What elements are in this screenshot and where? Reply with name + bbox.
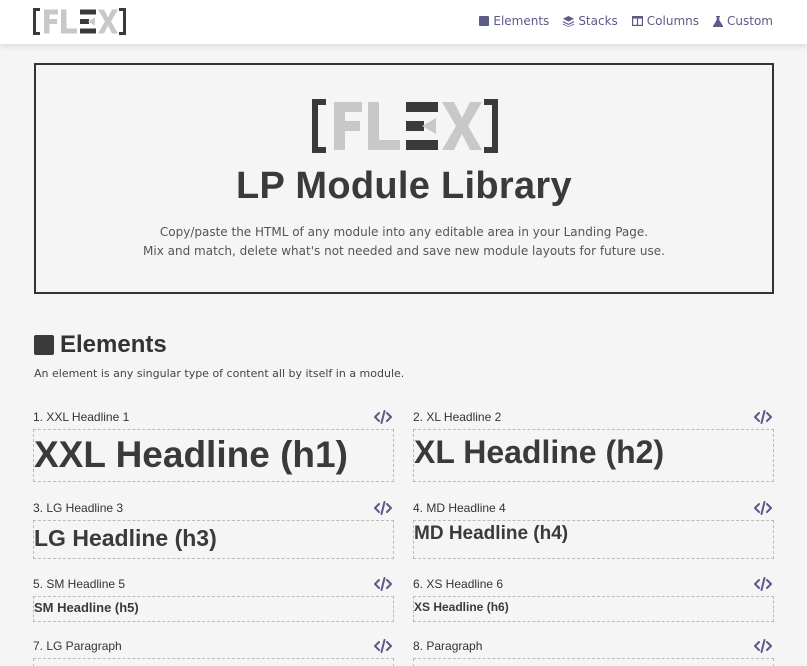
code-icon[interactable] [374,577,392,591]
module-xxl-headline: 1. XXL Headline 1 XXL Headline (h1) [33,408,394,482]
square-icon [34,335,54,355]
module-label: 6. XS Headline 6 [413,577,504,591]
module-preview: MD Headline (h4) [413,520,774,559]
paragraph-lg [34,659,393,666]
module-xs-headline: 6. XS Headline 6 XS Headline (h6) [413,575,774,622]
columns-icon [631,16,643,26]
page-subtitle: Copy/paste the HTML of any module into a… [36,223,772,261]
module-paragraph: 8. Paragraph [413,637,774,666]
module-preview: XS Headline (h6) [413,596,774,622]
headline-h2: XL Headline (h2) [414,434,665,470]
nav-item-stacks[interactable]: Stacks [563,14,618,28]
square-icon [479,16,490,26]
code-icon[interactable] [374,639,392,653]
top-nav-bar: Elements Stacks Columns Custom [0,0,807,44]
subtitle-line-2: Mix and match, delete what's not needed … [143,244,665,258]
module-label: 2. XL Headline 2 [413,410,502,424]
module-preview: LG Headline (h3) [33,520,394,559]
module-preview: SM Headline (h5) [33,596,394,622]
headline-h1: XXL Headline (h1) [34,434,348,475]
headline-h3: LG Headline (h3) [34,525,217,551]
main-nav: Elements Stacks Columns Custom [479,14,773,28]
code-icon[interactable] [754,639,772,653]
nav-item-elements[interactable]: Elements [479,14,549,28]
nav-item-custom[interactable]: Custom [713,14,773,28]
module-label: 7. LG Paragraph [33,639,122,653]
paragraph [414,659,773,666]
section-title: Elements [60,331,167,358]
module-md-headline: 4. MD Headline 4 MD Headline (h4) [413,499,774,559]
module-lg-paragraph: 7. LG Paragraph [33,637,394,666]
code-icon[interactable] [374,501,392,515]
code-icon[interactable] [754,577,772,591]
nav-label: Stacks [578,14,618,28]
flex-logo[interactable] [33,8,126,35]
nav-label: Columns [646,14,700,28]
module-label: 8. Paragraph [413,639,483,653]
module-label: 4. MD Headline 4 [413,501,506,515]
code-icon[interactable] [754,410,772,424]
page-title: LP Module Library [236,165,572,207]
headline-h5: SM Headline (h5) [34,600,139,615]
module-sm-headline: 5. SM Headline 5 SM Headline (h5) [33,575,394,622]
nav-label: Elements [493,14,550,28]
elements-section-header: Elements [34,331,167,359]
flex-logo-large [312,99,498,153]
headline-h6: XS Headline (h6) [414,600,509,614]
nav-item-columns[interactable]: Columns [631,14,700,28]
module-preview [413,658,774,666]
section-description: An element is any singular type of conte… [34,367,405,380]
code-icon[interactable] [374,410,392,424]
nav-label: Custom [727,14,773,28]
flask-icon [713,15,724,27]
module-label: 1. XXL Headline 1 [33,410,130,424]
layers-icon [563,15,575,27]
code-icon[interactable] [754,501,772,515]
module-label: 3. LG Headline 3 [33,501,124,515]
module-lg-headline: 3. LG Headline 3 LG Headline (h3) [33,499,394,559]
hero-banner: LP Module Library Copy/paste the HTML of… [34,63,774,294]
module-preview: XL Headline (h2) [413,429,774,482]
module-preview [33,658,394,666]
subtitle-line-1: Copy/paste the HTML of any module into a… [159,225,649,239]
module-label: 5. SM Headline 5 [33,577,126,591]
module-preview: XXL Headline (h1) [33,429,394,482]
headline-h4: MD Headline (h4) [414,523,569,544]
module-xl-headline: 2. XL Headline 2 XL Headline (h2) [413,408,774,482]
